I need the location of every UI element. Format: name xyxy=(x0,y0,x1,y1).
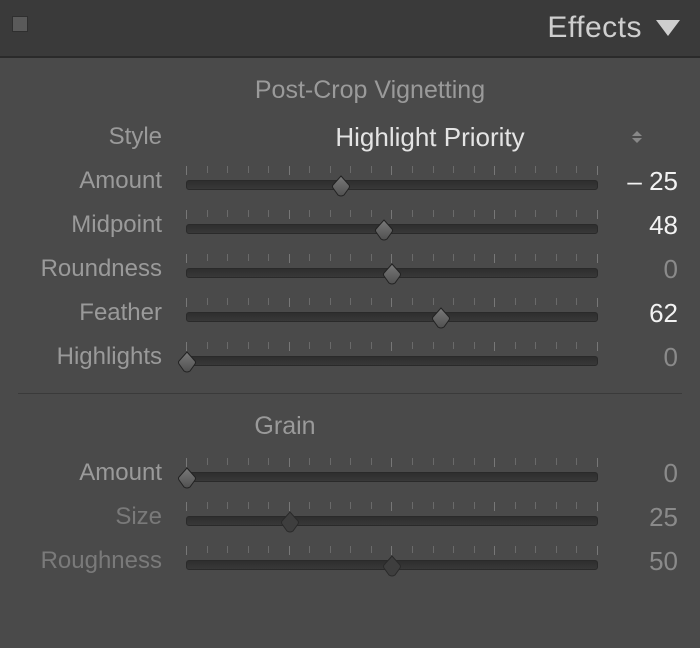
slider-label: Amount xyxy=(18,167,178,195)
slider-amount[interactable] xyxy=(186,456,598,490)
slider-track[interactable] xyxy=(186,224,598,234)
vignette-section-title: Post-Crop Vignetting xyxy=(58,76,682,105)
style-label: Style xyxy=(18,123,178,151)
slider-highlights[interactable] xyxy=(186,340,598,374)
slider-track[interactable] xyxy=(186,560,598,570)
slider-label: Amount xyxy=(18,459,178,487)
vignette-amount-row: Amount – 25 xyxy=(18,159,682,203)
slider-thumb[interactable] xyxy=(382,263,402,285)
slider-value[interactable]: 50 xyxy=(606,546,682,577)
slider-track[interactable] xyxy=(186,472,598,482)
slider-thumb[interactable] xyxy=(331,175,351,197)
panel-title: Effects xyxy=(547,11,642,45)
style-dropdown[interactable]: Highlight Priority xyxy=(178,122,682,153)
slider-label: Feather xyxy=(18,299,178,327)
slider-track[interactable] xyxy=(186,268,598,278)
slider-thumb[interactable] xyxy=(177,351,197,373)
vignette-section: Post-Crop Vignetting Style Highlight Pri… xyxy=(18,58,682,394)
effects-panel-body: Post-Crop Vignetting Style Highlight Pri… xyxy=(0,58,700,597)
collapse-triangle-icon[interactable] xyxy=(656,20,680,36)
slider-value[interactable]: 62 xyxy=(606,298,682,329)
slider-thumb[interactable] xyxy=(431,307,451,329)
grain-amount-row: Amount 0 xyxy=(18,451,682,495)
slider-label: Roughness xyxy=(18,547,178,575)
stepper-icon[interactable] xyxy=(632,131,642,143)
slider-midpoint[interactable] xyxy=(186,208,598,242)
slider-roughness[interactable] xyxy=(186,544,598,578)
vignette-feather-row: Feather 62 xyxy=(18,291,682,335)
slider-value[interactable]: 0 xyxy=(606,458,682,489)
slider-feather[interactable] xyxy=(186,296,598,330)
slider-track[interactable] xyxy=(186,312,598,322)
slider-value[interactable]: 25 xyxy=(606,502,682,533)
slider-value[interactable]: 48 xyxy=(606,210,682,241)
vignette-highlights-row: Highlights 0 xyxy=(18,335,682,379)
slider-value[interactable]: – 25 xyxy=(606,166,682,197)
slider-track[interactable] xyxy=(186,180,598,190)
slider-thumb[interactable] xyxy=(382,555,402,577)
grain-size-row: Size 25 xyxy=(18,495,682,539)
slider-thumb[interactable] xyxy=(374,219,394,241)
vignette-style-row: Style Highlight Priority xyxy=(18,115,682,159)
effects-panel-header[interactable]: Effects xyxy=(0,0,700,58)
slider-thumb[interactable] xyxy=(280,511,300,533)
grain-section: Grain Amount0Size25Roughness50 xyxy=(18,394,682,597)
slider-label: Size xyxy=(18,503,178,531)
grain-roughness-row: Roughness 50 xyxy=(18,539,682,583)
slider-label: Midpoint xyxy=(18,211,178,239)
vignette-roundness-row: Roundness 0 xyxy=(18,247,682,291)
slider-amount[interactable] xyxy=(186,164,598,198)
slider-track[interactable] xyxy=(186,516,598,526)
slider-roundness[interactable] xyxy=(186,252,598,286)
slider-value[interactable]: 0 xyxy=(606,342,682,373)
slider-value[interactable]: 0 xyxy=(606,254,682,285)
slider-label: Roundness xyxy=(18,255,178,283)
slider-label: Highlights xyxy=(18,343,178,371)
style-dropdown-value: Highlight Priority xyxy=(335,122,524,152)
slider-size[interactable] xyxy=(186,500,598,534)
vignette-midpoint-row: Midpoint 48 xyxy=(18,203,682,247)
slider-track[interactable] xyxy=(186,356,598,366)
grain-section-title: Grain xyxy=(0,412,682,441)
slider-thumb[interactable] xyxy=(177,467,197,489)
